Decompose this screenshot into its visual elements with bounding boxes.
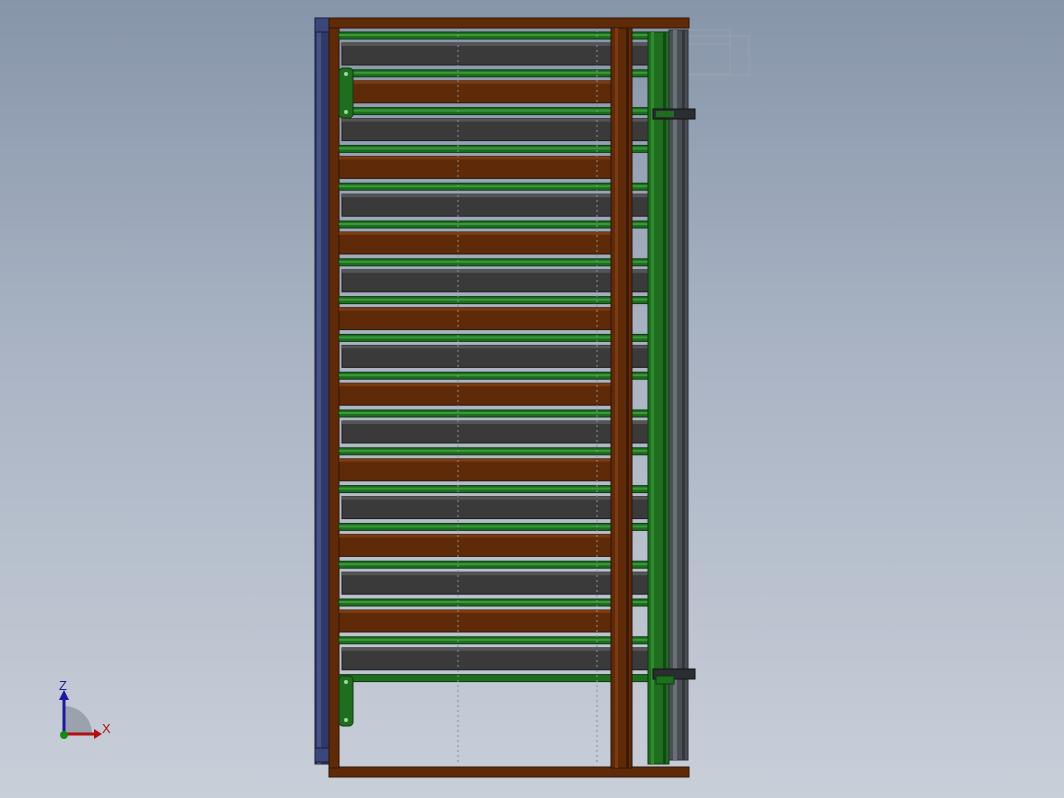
panel-highlight[interactable] xyxy=(339,232,612,235)
roller-highlight[interactable] xyxy=(339,223,648,225)
right-green-rail[interactable] xyxy=(647,31,670,765)
panel-highlight[interactable] xyxy=(339,534,612,538)
panel-highlight[interactable] xyxy=(342,647,648,651)
panel-highlight[interactable] xyxy=(342,269,648,273)
left-mount-plate-top[interactable] xyxy=(338,67,354,119)
panel-highlight[interactable] xyxy=(339,383,612,387)
panel-highlight[interactable] xyxy=(342,118,648,122)
panel-highlight[interactable] xyxy=(342,421,648,424)
left-mount-plate-bottom[interactable] xyxy=(338,675,354,727)
panel-highlight[interactable] xyxy=(339,610,612,613)
panel-highlight[interactable] xyxy=(339,458,612,462)
belt-panel[interactable] xyxy=(341,420,649,444)
panel-highlight[interactable] xyxy=(339,307,612,311)
left-side-rail[interactable] xyxy=(314,17,330,765)
roller-highlight[interactable] xyxy=(339,601,648,603)
panel-highlight[interactable] xyxy=(339,80,612,84)
right-clamp-top[interactable] xyxy=(652,108,696,120)
roller-highlight[interactable] xyxy=(339,109,648,112)
conveyor-bays[interactable] xyxy=(338,30,649,765)
panel-highlight[interactable] xyxy=(342,572,648,576)
mid-frame-post[interactable] xyxy=(610,27,633,769)
slat-panel[interactable] xyxy=(338,458,613,482)
panel-highlight[interactable] xyxy=(339,156,612,160)
roller-highlight[interactable] xyxy=(339,449,648,452)
slat-panel[interactable] xyxy=(338,231,613,255)
roller-highlight[interactable] xyxy=(339,374,648,377)
triad-quadrant xyxy=(64,706,92,734)
y-axis-origin xyxy=(60,731,68,739)
coordinate-triad: Z X xyxy=(59,678,111,739)
panel-highlight[interactable] xyxy=(342,194,648,198)
roller-highlight[interactable] xyxy=(339,34,648,36)
roller-highlight[interactable] xyxy=(339,298,648,301)
z-axis-label: Z xyxy=(59,678,67,693)
roller-highlight[interactable] xyxy=(339,638,648,641)
cad-viewport[interactable]: Z X xyxy=(0,0,1064,798)
right-clamp-bottom[interactable] xyxy=(652,668,696,685)
left-frame-post[interactable] xyxy=(328,27,340,769)
roller-bar[interactable] xyxy=(338,674,649,683)
roller-highlight[interactable] xyxy=(339,412,648,414)
slat-panel[interactable] xyxy=(338,533,613,557)
ghost-part-outline xyxy=(687,29,750,76)
belt-panel[interactable] xyxy=(341,269,649,293)
panel-highlight[interactable] xyxy=(342,43,648,46)
slat-panel[interactable] xyxy=(338,382,613,406)
slat-panel[interactable] xyxy=(338,155,613,179)
belt-panel[interactable] xyxy=(341,344,649,368)
belt-panel[interactable] xyxy=(341,42,649,66)
roller-highlight[interactable] xyxy=(339,260,648,263)
roller-highlight[interactable] xyxy=(339,487,648,490)
slat-panel[interactable] xyxy=(338,80,613,104)
slat-panel[interactable] xyxy=(338,609,613,633)
panel-highlight[interactable] xyxy=(342,496,648,500)
roller-highlight[interactable] xyxy=(339,563,648,566)
belt-panel[interactable] xyxy=(341,193,649,217)
right-edge-profile[interactable] xyxy=(668,29,689,761)
belt-panel[interactable] xyxy=(341,571,649,595)
roller-highlight[interactable] xyxy=(339,71,648,74)
x-axis-arrowhead xyxy=(94,729,102,739)
belt-panel[interactable] xyxy=(341,647,649,671)
x-axis-label: X xyxy=(102,721,111,736)
panel-highlight[interactable] xyxy=(342,345,648,349)
roller-highlight[interactable] xyxy=(339,336,648,339)
belt-panel[interactable] xyxy=(341,118,649,142)
roller-highlight[interactable] xyxy=(339,147,648,150)
slat-panel[interactable] xyxy=(338,307,613,331)
roller-highlight[interactable] xyxy=(339,525,648,528)
belt-panel[interactable] xyxy=(341,496,649,520)
roller-highlight[interactable] xyxy=(339,185,648,188)
